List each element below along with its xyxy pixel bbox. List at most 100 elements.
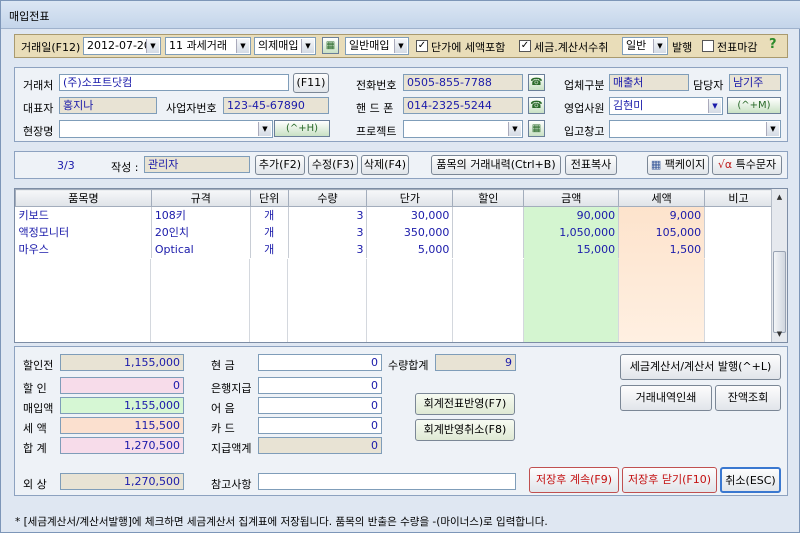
client-search-button[interactable]: (F11)	[293, 73, 329, 93]
tax-field[interactable]: 115,500	[60, 417, 184, 434]
special-char-button[interactable]: √α 특수문자	[712, 155, 782, 175]
grid-cell[interactable]: Optical	[151, 240, 251, 258]
sales-rep-select[interactable]: 김현미 ▼	[609, 97, 723, 115]
print-history-button[interactable]: 거래내역인쇄	[620, 385, 712, 411]
grid-cell[interactable]: 90,000	[523, 206, 620, 224]
qty-total-field[interactable]: 9	[435, 354, 516, 371]
table-row[interactable]: 마우스 Optical 개 3 5,000 15,000 1,500	[15, 240, 773, 258]
grid-cell[interactable]: 마우스	[15, 240, 152, 258]
close-slip-checkbox[interactable]	[702, 40, 714, 52]
delete-button[interactable]: 삭제(F4)	[361, 155, 409, 175]
grid-header-cell[interactable]: 수량	[287, 189, 368, 207]
mobile-field[interactable]: 014-2325-5244	[403, 97, 523, 114]
copy-slip-button[interactable]: 전표복사	[565, 155, 617, 175]
grid-cell[interactable]: 350,000	[366, 223, 454, 241]
site-select[interactable]: ▼	[59, 120, 273, 138]
grid-scrollbar[interactable]: ▲ ▼	[771, 189, 787, 342]
grid-cell[interactable]: 3	[288, 206, 368, 224]
grid-cell[interactable]: 3	[288, 240, 368, 258]
biz-type-field[interactable]: 매출처	[609, 74, 689, 91]
grid-cell[interactable]: 5,000	[366, 240, 454, 258]
add-button[interactable]: 추가(F2)	[255, 155, 305, 175]
save-close-button[interactable]: 저장후 닫기(F10)	[622, 467, 717, 493]
grid-cell[interactable]: 15,000	[523, 240, 620, 258]
mobile-phone-icon[interactable]: ☎	[528, 97, 545, 114]
pay-total-field[interactable]: 0	[258, 437, 382, 454]
grid-cell[interactable]: 액정모니터	[15, 223, 152, 241]
cash-field[interactable]: 0	[258, 354, 382, 371]
tax-invoice-button[interactable]: 세금계산서/계산서 발행(^+L)	[620, 354, 781, 380]
acct-apply-button[interactable]: 회계전표반영(F7)	[415, 393, 515, 415]
total-field[interactable]: 1,270,500	[60, 437, 184, 454]
grid-cell[interactable]	[704, 223, 773, 241]
grid-empty-area[interactable]	[15, 259, 773, 342]
discount-field[interactable]: 0	[60, 377, 184, 394]
calendar-icon[interactable]: ▦	[322, 37, 339, 54]
tax-type-select[interactable]: 11 과세거래 ▼	[165, 37, 251, 55]
grid-cell[interactable]: 1,050,000	[523, 223, 620, 241]
grid-cell[interactable]	[704, 206, 773, 224]
grid-cell[interactable]: 키보드	[15, 206, 152, 224]
warehouse-select[interactable]: ▼	[609, 120, 781, 138]
purchase-type-select[interactable]: 의제매입 ▼	[254, 37, 316, 55]
help-icon[interactable]: ?	[769, 37, 777, 52]
note-field[interactable]: 0	[258, 397, 382, 414]
table-row[interactable]: 액정모니터 20인치 개 3 350,000 1,050,000 105,000	[15, 223, 773, 241]
balance-button[interactable]: 잔액조회	[715, 385, 781, 411]
sales-rep-button[interactable]: (^+M)	[727, 97, 781, 114]
grid-cell[interactable]: 30,000	[366, 206, 454, 224]
edit-button[interactable]: 수정(F3)	[308, 155, 358, 175]
grid-header-cell[interactable]: 할인	[452, 189, 525, 207]
grid-cell[interactable]: 개	[250, 206, 289, 224]
biz-no-field[interactable]: 123-45-67890	[223, 97, 329, 114]
grid-cell[interactable]: 1,500	[618, 240, 706, 258]
memo-field[interactable]	[258, 473, 516, 490]
card-field[interactable]: 0	[258, 417, 382, 434]
grid-cell[interactable]: 개	[250, 223, 289, 241]
general-type-select[interactable]: 일반매입 ▼	[345, 37, 409, 55]
scroll-thumb[interactable]	[773, 251, 786, 333]
acct-cancel-button[interactable]: 회계반영취소(F8)	[415, 419, 515, 441]
price-tax-checkbox[interactable]: ✓	[416, 40, 428, 52]
grid-header-cell[interactable]: 품목명	[15, 189, 152, 207]
grid-header-cell[interactable]: 비고	[704, 189, 773, 207]
close-slip-label: 전표마감	[717, 41, 758, 54]
grid-cell[interactable]	[704, 240, 773, 258]
phone-icon[interactable]: ☎	[528, 74, 545, 91]
grid-cell[interactable]	[452, 206, 525, 224]
project-select[interactable]: ▼	[403, 120, 523, 138]
grid-header-cell[interactable]: 단위	[249, 189, 289, 207]
table-row[interactable]: 키보드 108키 개 3 30,000 90,000 9,000	[15, 206, 773, 224]
writer-field[interactable]: 관리자	[144, 156, 250, 173]
bank-field[interactable]: 0	[258, 377, 382, 394]
save-continue-button[interactable]: 저장후 계속(F9)	[529, 467, 619, 493]
phone-field[interactable]: 0505-855-7788	[403, 74, 523, 91]
item-history-button[interactable]: 품목의 거래내력(Ctrl+B)	[431, 155, 561, 175]
site-search-button[interactable]: (^+H)	[274, 120, 330, 137]
grid-cell[interactable]: 3	[288, 223, 368, 241]
cancel-button[interactable]: 취소(ESC)	[720, 467, 781, 493]
tax-invoice-checkbox[interactable]: ✓	[519, 40, 531, 52]
credit-field[interactable]: 1,270,500	[60, 473, 184, 490]
package-button[interactable]: ▦ 팩케이지	[647, 155, 709, 175]
grid-header-cell[interactable]: 규격	[150, 189, 251, 207]
pre-discount-field[interactable]: 1,155,000	[60, 354, 184, 371]
grid-header-cell[interactable]: 단가	[366, 189, 454, 207]
date-picker[interactable]: 2012-07-20 ▼	[83, 37, 161, 55]
grid-cell[interactable]: 105,000	[618, 223, 706, 241]
client-input[interactable]: (주)소프트닷컴	[59, 74, 289, 91]
purchase-amount-field[interactable]: 1,155,000	[60, 397, 184, 414]
grid-cell[interactable]: 개	[250, 240, 289, 258]
item-grid[interactable]: 품목명 규격 단위 수량 단가 할인 금액 세액 비고 키보드 108키 개 3 30,000 90,00…	[14, 188, 788, 343]
grid-cell[interactable]: 108키	[151, 206, 251, 224]
grid-cell[interactable]	[452, 240, 525, 258]
grid-header-cell[interactable]: 금액	[523, 189, 620, 207]
invoice-kind-select[interactable]: 일반 ▼	[622, 37, 668, 55]
grid-cell[interactable]: 20인치	[151, 223, 251, 241]
project-search-icon[interactable]: ▦	[528, 120, 545, 137]
grid-header-cell[interactable]: 세액	[618, 189, 706, 207]
grid-cell[interactable]: 9,000	[618, 206, 706, 224]
manager-field[interactable]: 남기주	[729, 74, 781, 91]
rep-field[interactable]: 홍지나	[59, 97, 157, 114]
grid-cell[interactable]	[452, 223, 525, 241]
